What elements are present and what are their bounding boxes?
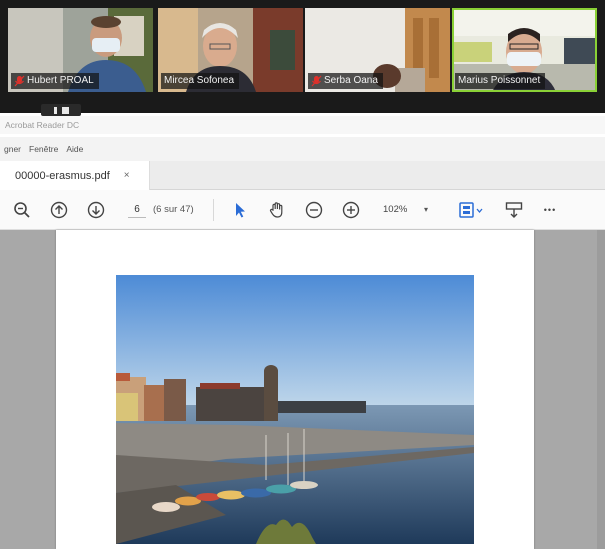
toolbar-divider (213, 199, 214, 221)
pause-recording-control[interactable] (41, 104, 81, 116)
previous-page-button[interactable] (48, 199, 70, 221)
magnifier-minus-icon (14, 202, 30, 218)
participant-tile-3[interactable]: Serba Oana (305, 8, 450, 92)
document-viewport[interactable] (0, 230, 605, 549)
close-tab-icon[interactable]: × (124, 170, 130, 181)
acrobat-toolbar: 6 (6 sur 47) 102% ▾ ••• (0, 190, 605, 230)
hand-icon (269, 202, 283, 218)
participant-name: Marius Poissonnet (458, 75, 541, 86)
menu-item-help[interactable]: Aide (66, 144, 83, 154)
page-display-icon (459, 202, 483, 218)
scroll-mode-button[interactable] (503, 199, 525, 221)
scroll-mode-icon (505, 202, 523, 218)
chevron-down-icon[interactable]: ▾ (424, 201, 428, 218)
participant-name: Mircea Sofonea (164, 75, 235, 86)
pause-icon (53, 106, 57, 114)
stop-icon (61, 106, 69, 114)
document-tab-bar: 00000-erasmus.pdf × (0, 161, 605, 190)
app-title: Acrobat Reader DC (0, 116, 605, 134)
muted-mic-icon (311, 75, 322, 87)
zoom-in-button[interactable] (340, 199, 362, 221)
hand-tool-button[interactable] (266, 199, 288, 221)
document-tab[interactable]: 00000-erasmus.pdf × (0, 161, 150, 190)
page-number-input[interactable]: 6 (128, 201, 146, 218)
participant-name-tag: Serba Oana (308, 73, 383, 89)
video-conference-strip: Hubert PROAL Mircea Sofonea Serba Oana M… (0, 0, 605, 116)
participant-name: Hubert PROAL (27, 75, 94, 86)
page-count-label: (6 sur 47) (153, 204, 194, 215)
more-tools-button[interactable]: ••• (539, 199, 561, 221)
zoom-out-search-button[interactable] (11, 199, 33, 221)
participant-tile-4[interactable]: Marius Poissonnet (452, 8, 597, 92)
muted-mic-icon (14, 75, 25, 87)
arrow-down-circle-icon (87, 201, 105, 219)
participant-name-tag: Hubert PROAL (11, 73, 99, 89)
menu-bar: gner Fenêtre Aide (0, 137, 605, 161)
pdf-page (56, 230, 534, 549)
vertical-scrollbar[interactable] (597, 230, 605, 549)
cursor-arrow-icon (236, 203, 245, 218)
select-tool-button[interactable] (229, 199, 251, 221)
arrow-up-circle-icon (50, 201, 68, 219)
more-icon: ••• (543, 205, 557, 215)
minus-circle-icon (305, 201, 323, 219)
participant-tile-2[interactable]: Mircea Sofonea (158, 8, 303, 92)
page-display-button[interactable] (456, 199, 486, 221)
zoom-out-button[interactable] (303, 199, 325, 221)
harbor-photo (116, 275, 474, 544)
participant-tile-1[interactable]: Hubert PROAL (8, 8, 153, 92)
menu-item-window[interactable]: Fenêtre (29, 144, 58, 154)
next-page-button[interactable] (85, 199, 107, 221)
participant-name-tag: Marius Poissonnet (455, 73, 546, 89)
zoom-level-select[interactable]: 102% (383, 201, 407, 218)
document-tab-label: 00000-erasmus.pdf (15, 169, 110, 182)
participant-name-tag: Mircea Sofonea (161, 73, 240, 89)
plus-circle-icon (342, 201, 360, 219)
menu-item-signer[interactable]: gner (4, 144, 21, 154)
participant-name: Serba Oana (324, 75, 378, 86)
